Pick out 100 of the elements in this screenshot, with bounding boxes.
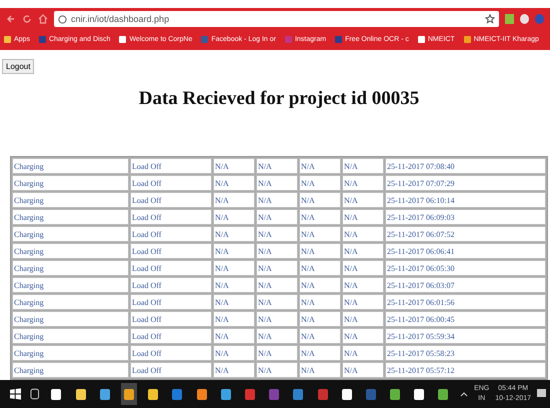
table-cell: N/A <box>299 175 341 191</box>
table-cell: Load Off <box>130 175 212 191</box>
table-cell: N/A <box>213 277 255 293</box>
table-cell: 25-11-2017 05:57:12 <box>385 362 546 378</box>
table-cell: N/A <box>342 243 384 259</box>
table-cell: Charging <box>12 311 129 327</box>
table-cell: Load Off <box>130 260 212 276</box>
table-cell: N/A <box>342 192 384 208</box>
table-cell: N/A <box>299 311 341 327</box>
table-cell: 25-11-2017 06:05:30 <box>385 260 546 276</box>
table-cell: Charging <box>12 192 129 208</box>
table-cell: N/A <box>342 328 384 344</box>
table-cell: N/A <box>342 209 384 225</box>
table-cell: N/A <box>299 209 341 225</box>
table-cell: N/A <box>342 175 384 191</box>
table-cell: N/A <box>256 260 298 276</box>
table-cell: N/A <box>256 328 298 344</box>
table-cell: Load Off <box>130 345 212 361</box>
table-cell: N/A <box>213 362 255 378</box>
table-cell: N/A <box>299 158 341 174</box>
table-cell: Load Off <box>130 243 212 259</box>
table-cell: N/A <box>256 294 298 310</box>
table-cell: N/A <box>299 345 341 361</box>
table-cell: N/A <box>213 328 255 344</box>
table-cell: Charging <box>12 362 129 378</box>
table-cell: N/A <box>256 362 298 378</box>
table-cell: N/A <box>342 260 384 276</box>
star-icon[interactable] <box>485 14 495 24</box>
table-cell: N/A <box>342 311 384 327</box>
table-cell: Charging <box>12 209 129 225</box>
task-view-icon[interactable] <box>30 388 40 400</box>
table-cell: N/A <box>213 226 255 242</box>
table-cell: Load Off <box>130 277 212 293</box>
table-cell: N/A <box>342 158 384 174</box>
table-cell: N/A <box>299 294 341 310</box>
table-cell: 25-11-2017 06:06:41 <box>385 243 546 259</box>
back-icon[interactable] <box>6 14 16 24</box>
table-cell: Load Off <box>130 311 212 327</box>
table-cell: N/A <box>256 158 298 174</box>
table-cell: N/A <box>213 209 255 225</box>
table-cell: N/A <box>299 328 341 344</box>
table-cell: Load Off <box>130 226 212 242</box>
table-cell: N/A <box>299 260 341 276</box>
table-cell: Charging <box>12 243 129 259</box>
table-cell: N/A <box>256 277 298 293</box>
table-cell: Charging <box>12 328 129 344</box>
table-cell: Charging <box>12 260 129 276</box>
logout-button[interactable]: Logout <box>2 59 34 74</box>
table-cell: N/A <box>213 243 255 259</box>
reload-icon[interactable] <box>22 14 32 24</box>
table-cell: N/A <box>299 226 341 242</box>
table-cell: Load Off <box>130 209 212 225</box>
table-cell: N/A <box>213 294 255 310</box>
table-cell: N/A <box>213 175 255 191</box>
table-cell: 25-11-2017 05:58:23 <box>385 345 546 361</box>
table-cell: N/A <box>213 311 255 327</box>
table-cell: Charging <box>12 158 129 174</box>
chevron-icon[interactable] <box>460 391 468 397</box>
table-cell: N/A <box>213 192 255 208</box>
table-cell: N/A <box>342 345 384 361</box>
table-cell: N/A <box>213 345 255 361</box>
table-cell: 25-11-2017 06:10:14 <box>385 192 546 208</box>
table-cell: Charging <box>12 226 129 242</box>
table-cell: Load Off <box>130 192 212 208</box>
table-cell: 25-11-2017 06:03:07 <box>385 277 546 293</box>
table-cell: N/A <box>342 294 384 310</box>
table-cell: N/A <box>256 209 298 225</box>
table-cell: 25-11-2017 06:00:45 <box>385 311 546 327</box>
table-cell: N/A <box>256 175 298 191</box>
windows-icon[interactable] <box>10 388 22 400</box>
table-cell: N/A <box>342 226 384 242</box>
table-cell: Charging <box>12 277 129 293</box>
table-cell: Load Off <box>130 158 212 174</box>
home-icon[interactable] <box>38 14 48 24</box>
table-cell: N/A <box>299 192 341 208</box>
page-heading: Data Recieved for project id 00035 <box>138 88 420 110</box>
table-cell: Charging <box>12 345 129 361</box>
table-cell: N/A <box>213 158 255 174</box>
table-cell: Charging <box>12 175 129 191</box>
table-cell: Load Off <box>130 362 212 378</box>
address-bar[interactable]: cnir.in/iot/dashboard.php <box>54 11 499 27</box>
table-cell: N/A <box>342 362 384 378</box>
table-cell: N/A <box>299 243 341 259</box>
table-cell: N/A <box>299 362 341 378</box>
table-cell: 25-11-2017 05:59:34 <box>385 328 546 344</box>
table-cell: 25-11-2017 07:08:40 <box>385 158 546 174</box>
table-cell: N/A <box>256 345 298 361</box>
table-cell: N/A <box>256 226 298 242</box>
table-cell: 25-11-2017 06:07:52 <box>385 226 546 242</box>
table-cell: Charging <box>12 294 129 310</box>
table-cell: 25-11-2017 06:09:03 <box>385 209 546 225</box>
table-cell: N/A <box>256 243 298 259</box>
table-cell: N/A <box>256 311 298 327</box>
table-cell: Load Off <box>130 294 212 310</box>
table-cell: N/A <box>299 277 341 293</box>
table-cell: Load Off <box>130 328 212 344</box>
info-icon <box>58 14 67 24</box>
table-cell: 25-11-2017 06:01:56 <box>385 294 546 310</box>
notification-icon[interactable] <box>537 389 546 399</box>
table-cell: N/A <box>342 277 384 293</box>
